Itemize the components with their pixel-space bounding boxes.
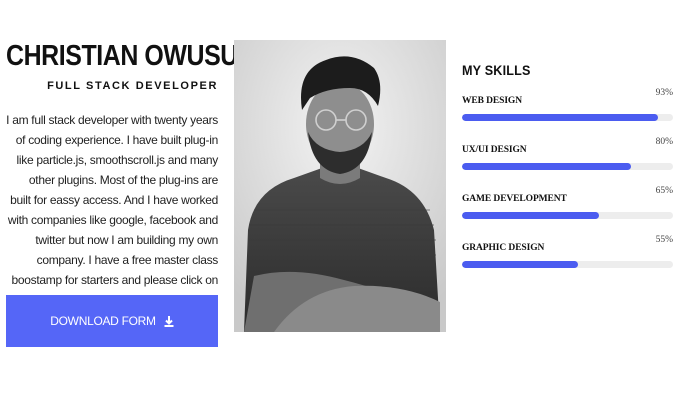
skill-label: WEB DESIGN <box>462 96 522 106</box>
skill-label: GAME DEVELOPMENT <box>462 194 567 204</box>
download-icon <box>164 315 174 327</box>
skill-percent: 80% <box>655 137 673 147</box>
skill-progress-track <box>462 212 673 219</box>
profile-bio: I am full stack developer with twenty ye… <box>6 113 218 307</box>
skill-progress-fill <box>462 261 579 268</box>
profile-section: CHRISTIAN OWUSU FULL STACK DEVELOPER I a… <box>6 38 238 310</box>
skill-progress-track <box>462 114 673 121</box>
skill-label: UX/UI DESIGN <box>462 145 527 155</box>
skill-percent: 55% <box>655 235 673 245</box>
skill-percent: 65% <box>655 186 673 196</box>
skill-progress-track <box>462 163 673 170</box>
skill-item: 93% WEB DESIGN <box>462 88 673 137</box>
skill-item: 55% GRAPHIC DESIGN <box>462 235 673 284</box>
profile-role: FULL STACK DEVELOPER <box>47 80 218 92</box>
skill-progress-fill <box>462 212 600 219</box>
download-form-label: DOWNLOAD FORM <box>50 314 156 328</box>
skill-label: GRAPHIC DESIGN <box>462 243 545 253</box>
skill-item: 65% GAME DEVELOPMENT <box>462 186 673 235</box>
skills-section: MY SKILLS 93% WEB DESIGN 80% UX/UI DESIGN 65… <box>462 62 673 284</box>
skill-progress-fill <box>462 163 631 170</box>
skill-progress-fill <box>462 114 659 121</box>
skill-progress-track <box>462 261 673 268</box>
skill-item: 80% UX/UI DESIGN <box>462 137 673 186</box>
profile-photo <box>234 40 446 332</box>
profile-name: CHRISTIAN OWUSU <box>6 40 238 72</box>
download-form-button[interactable]: DOWNLOAD FORM <box>6 295 218 347</box>
skill-percent: 93% <box>655 88 673 98</box>
skills-title: MY SKILLS <box>462 62 531 78</box>
